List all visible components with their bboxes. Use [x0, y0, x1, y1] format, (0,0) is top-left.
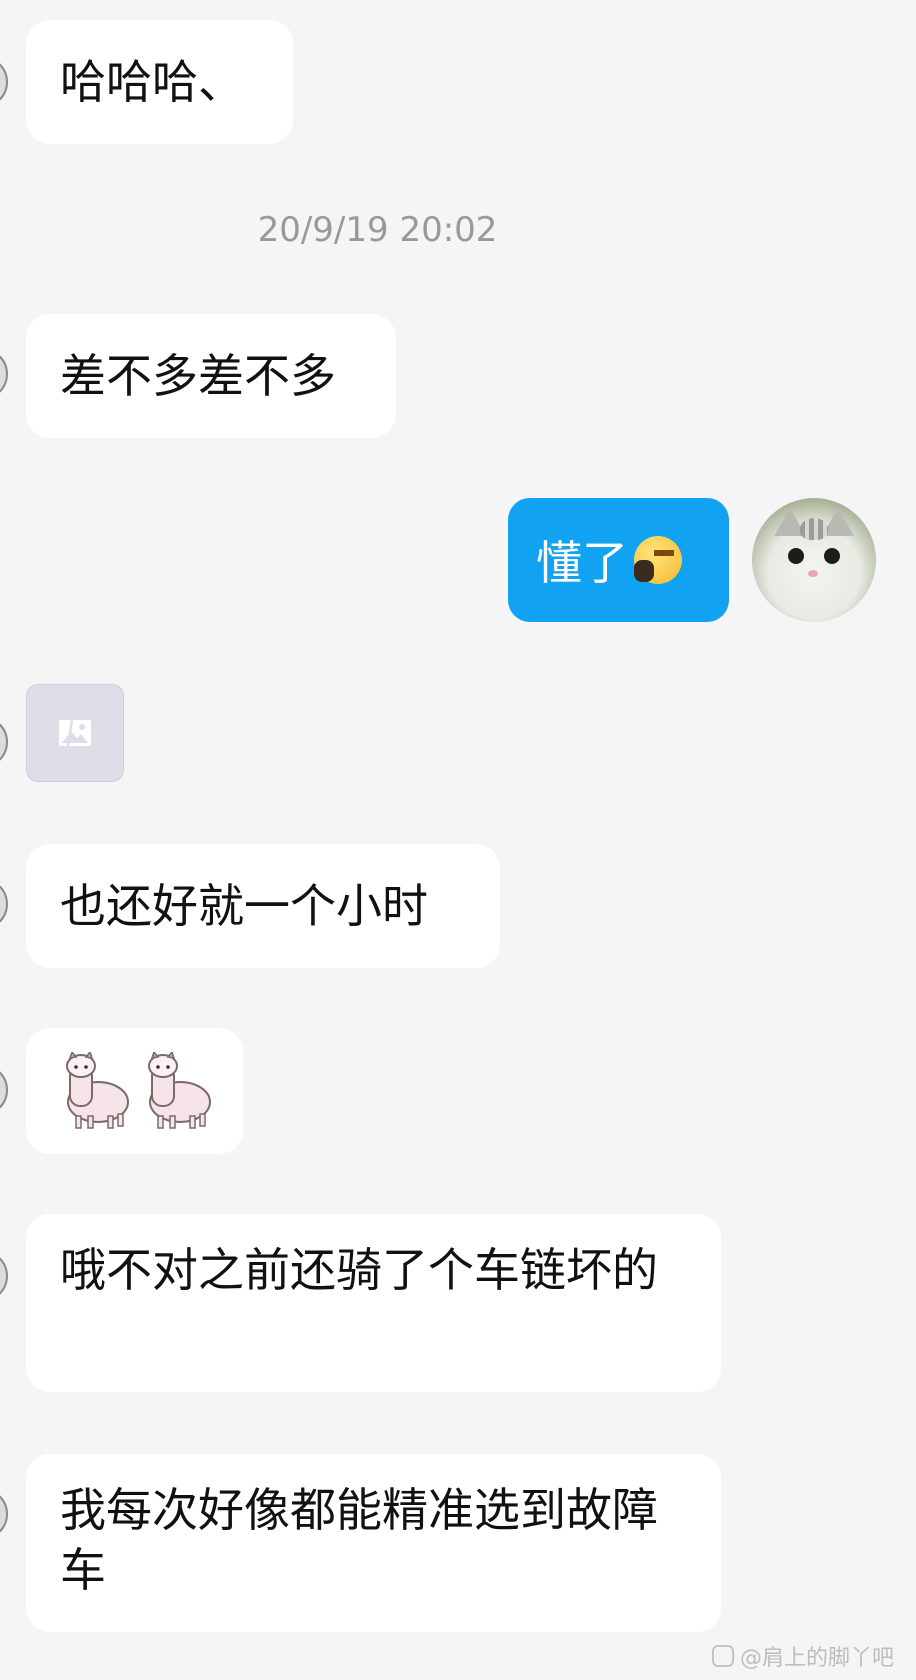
watermark-text: @肩上的脚丫吧 [740, 1646, 895, 1671]
alpaca-sticker-icon [66, 1052, 129, 1129]
incoming-message-bubble[interactable]: 哈哈哈、 [26, 20, 293, 144]
watermark: @肩上的脚丫吧 [712, 1640, 894, 1672]
sender-avatar[interactable] [0, 1250, 8, 1302]
message-text: 也还好就一个小时 [60, 879, 428, 933]
message-timestamp: 20/9/19 20:02 [257, 210, 498, 250]
incoming-message-bubble[interactable]: 哦不对之前还骑了个车链坏的 [26, 1214, 721, 1392]
sender-avatar[interactable] [0, 56, 8, 108]
facepalm-emoji-icon [634, 536, 682, 584]
broken-image-icon [59, 719, 91, 747]
alpaca-sticker-icon [148, 1052, 211, 1129]
message-text: 我每次好像都能精准选到故障车 [60, 1483, 658, 1597]
outgoing-message-bubble[interactable]: 懂了 [508, 498, 729, 622]
sender-avatar[interactable] [0, 878, 8, 930]
sender-avatar[interactable] [0, 716, 8, 768]
message-text: 差不多差不多 [60, 349, 336, 403]
sticker-message-bubble[interactable] [26, 1028, 243, 1154]
message-text: 懂了 [536, 536, 628, 590]
sender-avatar[interactable] [0, 1064, 8, 1116]
message-text: 哈哈哈、 [60, 55, 244, 109]
incoming-message-bubble[interactable]: 差不多差不多 [26, 314, 396, 438]
image-message[interactable] [26, 684, 124, 782]
sender-avatar[interactable] [0, 348, 8, 400]
tieba-logo-icon [712, 1645, 734, 1667]
incoming-message-bubble[interactable]: 也还好就一个小时 [26, 844, 500, 968]
cat-avatar[interactable] [752, 498, 876, 622]
message-text: 哦不对之前还骑了个车链坏的 [60, 1243, 658, 1297]
incoming-message-bubble[interactable]: 我每次好像都能精准选到故障车 [26, 1454, 721, 1632]
sender-avatar[interactable] [0, 1488, 8, 1540]
